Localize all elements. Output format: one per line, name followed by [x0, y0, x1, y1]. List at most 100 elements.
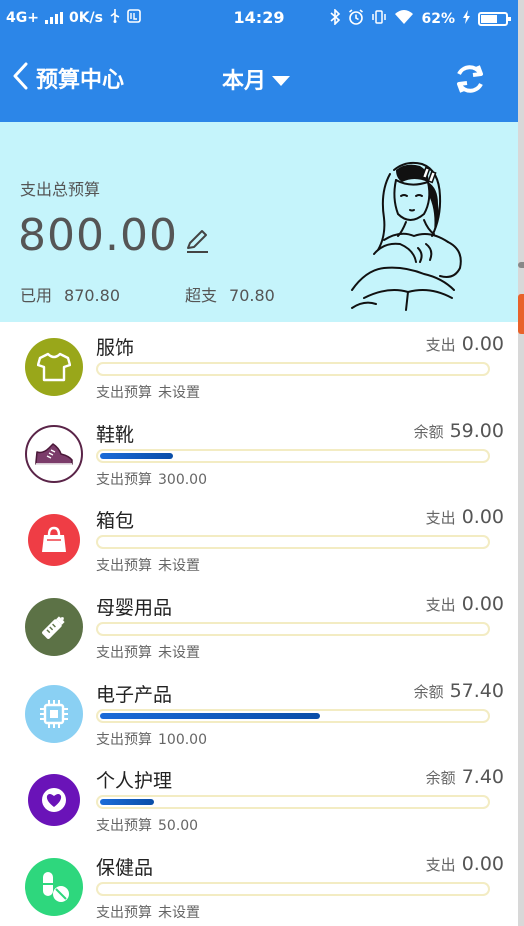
category-item-health[interactable]: 保健品 支出 0.00 支出预算 未设置: [0, 842, 518, 926]
budget-value: 未设置: [158, 558, 200, 575]
category-name: 鞋靴: [96, 423, 135, 446]
girl-reading-illustration: [351, 161, 462, 311]
budget-line: 支出预算 未设置: [96, 902, 200, 922]
value-label: 支出: [425, 336, 456, 354]
category-name: 个人护理: [96, 770, 173, 793]
budget-value: 未设置: [158, 905, 200, 922]
category-icon-circle: [25, 338, 83, 396]
dropdown-caret-icon: [272, 76, 291, 86]
budget-line: 支出预算 100.00: [96, 729, 207, 749]
category-right-value: 支出 0.00: [426, 333, 504, 355]
budget-label: 支出预算: [96, 471, 152, 488]
used-label: 已用: [20, 286, 53, 305]
category-item-electronics[interactable]: 电子产品 余额 57.40 支出预算 100.00: [0, 669, 518, 756]
budget-label: 支出预算: [96, 385, 152, 401]
alarm-icon: [348, 9, 364, 29]
edge-marker: [518, 262, 524, 268]
category-right-value: 支出 0.00: [426, 853, 504, 875]
progress-fill: [100, 452, 173, 459]
budget-summary-card: 支出总预算 800.00 已用 870.80 超支 70.80: [0, 122, 518, 322]
progress-fill: [100, 799, 154, 806]
category-right-value: 余额 57.40: [414, 680, 504, 702]
value-amount: 0.00: [461, 506, 504, 529]
used-row: 已用 870.80: [20, 282, 120, 306]
budget-value: 未设置: [158, 385, 200, 401]
wifi-icon: [394, 9, 414, 29]
used-value: 870.80: [64, 286, 120, 305]
over-label: 超支: [185, 286, 218, 305]
bluetooth-icon: [330, 8, 341, 29]
baby-bottle-icon: [42, 616, 65, 639]
back-arrow-icon: [12, 62, 28, 94]
battery-icon: [478, 12, 511, 26]
category-icon-circle: [25, 858, 83, 917]
sneaker-icon: [35, 442, 73, 465]
budget-label: 支出预算: [96, 818, 152, 835]
budget-value: 50.00: [158, 818, 199, 835]
value-label: 支出: [425, 856, 456, 875]
status-right: 62%: [330, 8, 511, 29]
category-name: 保健品: [96, 857, 154, 880]
category-item-bags[interactable]: 箱包 支出 0.00 支出预算 未设置: [0, 495, 518, 582]
category-right-value: 余额 59.00: [414, 420, 504, 442]
budget-label: 支出预算: [96, 645, 152, 662]
chip-icon: [40, 699, 68, 728]
back-button[interactable]: 预算中心: [12, 60, 124, 96]
value-label: 余额: [413, 422, 444, 441]
page-title: 预算中心: [36, 68, 125, 93]
category-item-shoes[interactable]: 鞋靴 余额 59.00 支出预算 300.00: [0, 409, 518, 496]
edit-budget-button[interactable]: [184, 226, 212, 254]
budget-progress-bar: [96, 535, 490, 550]
value-amount: 59.00: [449, 419, 504, 442]
budget-progress-bar: [96, 448, 490, 463]
category-icon-circle: [28, 514, 80, 567]
budget-label: 支出预算: [96, 905, 152, 922]
budget-line: 支出预算 50.00: [96, 815, 198, 835]
category-icon-circle: [25, 684, 83, 743]
category-icon-circle: [25, 598, 83, 657]
value-amount: 0.00: [461, 853, 504, 876]
budget-line: 支出预算 未设置: [96, 555, 200, 575]
period-label: 本月: [222, 69, 267, 94]
category-item-baby[interactable]: 母婴用品 支出 0.00 支出预算 未设置: [0, 582, 518, 669]
status-bar: 4G+ 0K/s 14:29 62%: [0, 0, 518, 36]
category-right-value: 支出 0.00: [426, 593, 504, 615]
category-name: 箱包: [96, 510, 135, 533]
budget-progress-bar: [96, 882, 490, 897]
budget-value: 未设置: [158, 645, 200, 662]
budget-value: 300.00: [158, 471, 207, 488]
edge-floating-button[interactable]: [518, 294, 524, 334]
refresh-button[interactable]: [452, 61, 488, 97]
category-right-value: 余额 7.40: [426, 766, 504, 788]
budget-progress-bar: [96, 622, 490, 637]
category-name: 电子产品: [96, 683, 173, 706]
app-screen: 4G+ 0K/s 14:29 62% 预算中心 本月 支出总预算 800.00 …: [0, 0, 518, 926]
refresh-icon: [457, 65, 483, 93]
value-label: 余额: [425, 769, 456, 788]
budget-progress-bar: [96, 362, 490, 376]
bag-icon: [42, 527, 66, 553]
value-amount: 0.00: [461, 593, 504, 616]
value-label: 支出: [425, 509, 456, 528]
value-label: 余额: [413, 682, 444, 701]
budget-line: 支出预算 300.00: [96, 469, 207, 489]
budget-value: 100.00: [158, 731, 207, 748]
value-amount: 57.40: [449, 679, 504, 702]
period-selector[interactable]: 本月: [222, 63, 291, 95]
category-item-clothing[interactable]: 服饰 支出 0.00 支出预算 未设置: [0, 322, 518, 409]
pill-icon: [43, 872, 69, 903]
category-item-personal-care[interactable]: 个人护理 余额 7.40 支出预算 50.00: [0, 755, 518, 842]
budget-line: 支出预算 未设置: [96, 382, 200, 402]
total-budget-title: 支出总预算: [20, 180, 101, 199]
total-budget-amount: 800.00: [18, 210, 178, 261]
vibrate-icon: [371, 9, 387, 29]
category-right-value: 支出 0.00: [426, 506, 504, 528]
pencil-icon: [187, 230, 208, 253]
value-amount: 7.40: [461, 766, 504, 789]
right-edge-strip: [518, 0, 524, 926]
battery-percent: 62%: [421, 11, 455, 27]
budget-progress-bar: [96, 795, 490, 810]
budget-progress-bar: [96, 708, 490, 723]
category-name: 母婴用品: [96, 597, 173, 620]
over-value: 70.80: [229, 286, 275, 305]
